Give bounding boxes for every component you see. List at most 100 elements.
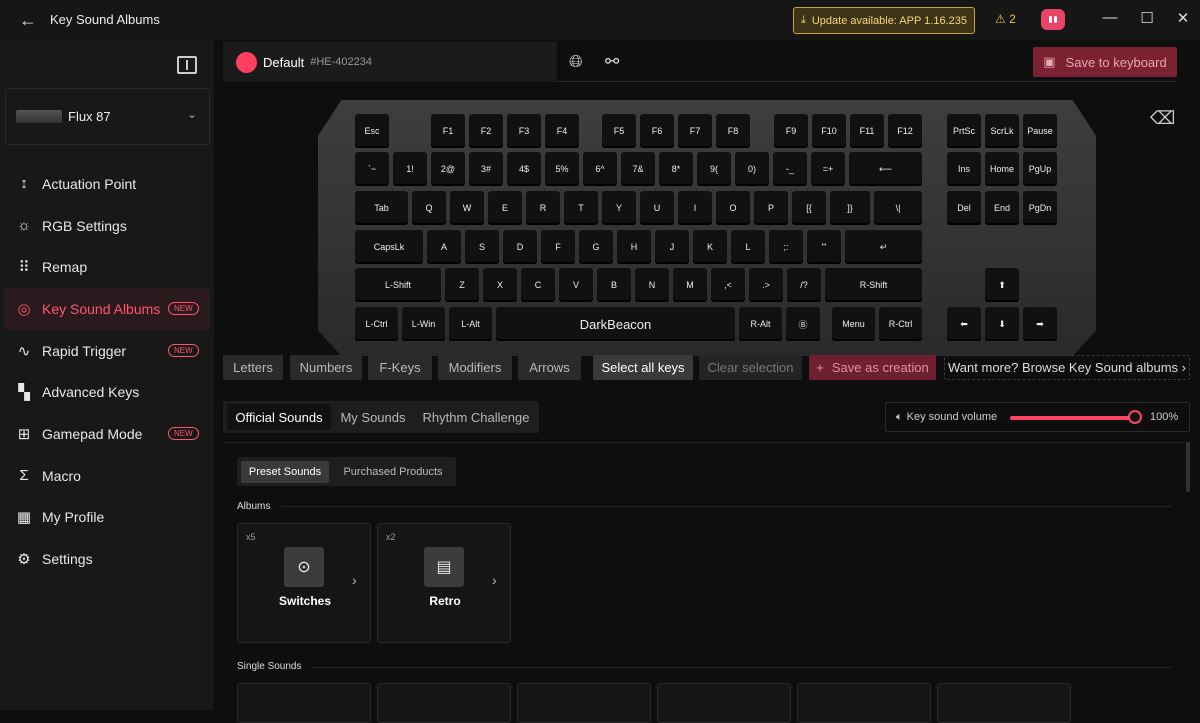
key-a[interactable]: A: [427, 230, 461, 264]
key-l-alt[interactable]: L-Alt: [449, 307, 492, 341]
category-save-as-creation[interactable]: + Save as creation: [809, 355, 936, 380]
album-card-retro[interactable]: x2 ▤ Retro ›: [377, 523, 511, 643]
key[interactable]: ⬅: [947, 307, 981, 341]
profile-bar[interactable]: Default #HE-402234: [223, 42, 557, 82]
key-e[interactable]: E: [488, 191, 522, 225]
key-r-ctrl[interactable]: R-Ctrl: [879, 307, 922, 341]
album-card-switches[interactable]: x5 ⊙ Switches ›: [237, 523, 371, 643]
assistant-icon[interactable]: [1041, 9, 1065, 30]
key-del[interactable]: Del: [947, 191, 981, 225]
key[interactable]: '": [807, 230, 841, 264]
category-arrows[interactable]: Arrows: [518, 355, 581, 380]
tab-official-sounds[interactable]: Official Sounds: [227, 404, 331, 430]
key-pgup[interactable]: PgUp: [1023, 152, 1057, 186]
key-menu[interactable]: Menu: [832, 307, 875, 341]
category-numbers[interactable]: Numbers: [290, 355, 362, 380]
sidebar-item-actuation-point[interactable]: ↕ Actuation Point: [4, 163, 210, 205]
key[interactable]: ,<: [711, 268, 745, 302]
key-b[interactable]: B: [597, 268, 631, 302]
single-sound-card[interactable]: [237, 683, 371, 723]
subtab-preset-sounds[interactable]: Preset Sounds: [241, 461, 329, 483]
key-2-[interactable]: 2@: [431, 152, 465, 186]
key-3-[interactable]: 3#: [469, 152, 503, 186]
collapse-sidebar-icon[interactable]: [177, 56, 197, 74]
key-r-shift[interactable]: R-Shift: [825, 268, 922, 302]
key[interactable]: ⟵: [849, 152, 922, 186]
scrollbar[interactable]: [1186, 442, 1190, 492]
sidebar-item-my-profile[interactable]: ▦ My Profile: [4, 497, 210, 539]
key-f10[interactable]: F10: [812, 114, 846, 148]
tab-my-sounds[interactable]: My Sounds: [336, 404, 410, 430]
key-n[interactable]: N: [635, 268, 669, 302]
key-f1[interactable]: F1: [431, 114, 465, 148]
key[interactable]: .>: [749, 268, 783, 302]
key-f6[interactable]: F6: [640, 114, 674, 148]
key-h[interactable]: H: [617, 230, 651, 264]
single-sound-card[interactable]: [657, 683, 791, 723]
key-f8[interactable]: F8: [716, 114, 750, 148]
key-9-[interactable]: 9(: [697, 152, 731, 186]
key-s[interactable]: S: [465, 230, 499, 264]
close-icon[interactable]: ✕: [1173, 9, 1193, 27]
key[interactable]: \|: [874, 191, 922, 225]
key-r-alt[interactable]: R-Alt: [739, 307, 782, 341]
share-icon[interactable]: ⚯: [605, 52, 619, 72]
key-prtsc[interactable]: PrtSc: [947, 114, 981, 148]
key-ins[interactable]: Ins: [947, 152, 981, 186]
key-k[interactable]: K: [693, 230, 727, 264]
minimize-icon[interactable]: —: [1100, 9, 1120, 26]
volume-slider-handle[interactable]: [1128, 410, 1142, 424]
key-x[interactable]: X: [483, 268, 517, 302]
key-c[interactable]: C: [521, 268, 555, 302]
warning-indicator[interactable]: ⚠ 2: [995, 12, 1016, 26]
key-l-ctrl[interactable]: L-Ctrl: [355, 307, 398, 341]
key[interactable]: ⬇: [985, 307, 1019, 341]
single-sound-card[interactable]: [937, 683, 1071, 723]
key-pause[interactable]: Pause: [1023, 114, 1057, 148]
single-sound-card[interactable]: [797, 683, 931, 723]
device-selector[interactable]: Flux 87 ⌄: [5, 88, 210, 145]
key[interactable]: /?: [787, 268, 821, 302]
key[interactable]: `~: [355, 152, 389, 186]
single-sound-card[interactable]: [377, 683, 511, 723]
sidebar-item-rapid-trigger[interactable]: ∿ Rapid Trigger NEW: [4, 330, 210, 372]
sidebar-item-settings[interactable]: ⚙ Settings: [4, 538, 210, 580]
key-l[interactable]: L: [731, 230, 765, 264]
key[interactable]: ↵: [845, 230, 922, 264]
sidebar-item-gamepad-mode[interactable]: ⊞ Gamepad Mode NEW: [4, 413, 210, 455]
key[interactable]: ;:: [769, 230, 803, 264]
sidebar-item-macro[interactable]: Σ Macro: [4, 455, 210, 497]
category-clear-selection[interactable]: Clear selection: [699, 355, 802, 380]
key-end[interactable]: End: [985, 191, 1019, 225]
key-t[interactable]: T: [564, 191, 598, 225]
key-esc[interactable]: Esc: [355, 114, 389, 148]
key-home[interactable]: Home: [985, 152, 1019, 186]
key-v[interactable]: V: [559, 268, 593, 302]
key-p[interactable]: P: [754, 191, 788, 225]
key-5-[interactable]: 5%: [545, 152, 579, 186]
key-f11[interactable]: F11: [850, 114, 884, 148]
single-sound-card[interactable]: [517, 683, 651, 723]
category-select-all-keys[interactable]: Select all keys: [593, 355, 693, 380]
sidebar-item-rgb-settings[interactable]: ☼ RGB Settings: [4, 205, 210, 247]
key-f7[interactable]: F7: [678, 114, 712, 148]
key-1-[interactable]: 1!: [393, 152, 427, 186]
key-f9[interactable]: F9: [774, 114, 808, 148]
key[interactable]: ]}: [830, 191, 870, 225]
key-0-[interactable]: 0): [735, 152, 769, 186]
key-j[interactable]: J: [655, 230, 689, 264]
update-button[interactable]: ⤓ Update available: APP 1.16.235: [793, 7, 975, 34]
key[interactable]: ⬆: [985, 268, 1019, 302]
sidebar-item-remap[interactable]: ⠿ Remap: [4, 246, 210, 288]
key-q[interactable]: Q: [412, 191, 446, 225]
maximize-icon[interactable]: ☐: [1137, 9, 1157, 27]
key-g[interactable]: G: [579, 230, 613, 264]
key-f12[interactable]: F12: [888, 114, 922, 148]
key-o[interactable]: O: [716, 191, 750, 225]
key-4-[interactable]: 4$: [507, 152, 541, 186]
key-u[interactable]: U: [640, 191, 674, 225]
category-want-more-browse-key-sound-albums[interactable]: Want more? Browse Key Sound albums ›: [944, 355, 1190, 380]
category-letters[interactable]: Letters: [223, 355, 283, 380]
key-y[interactable]: Y: [602, 191, 636, 225]
key-r[interactable]: R: [526, 191, 560, 225]
